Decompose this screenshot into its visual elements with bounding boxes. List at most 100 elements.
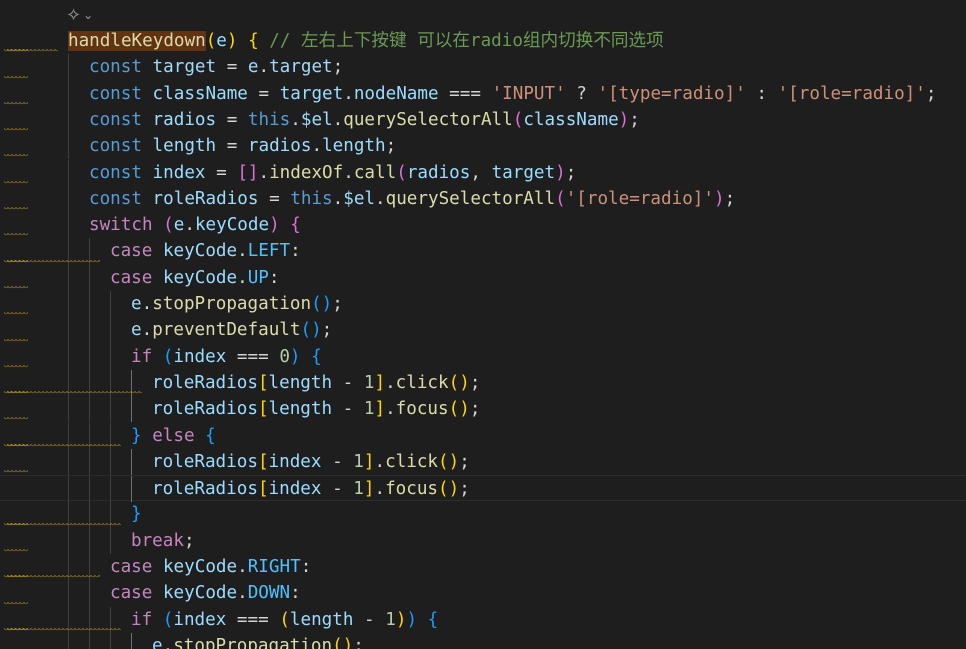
code-line[interactable]: const target = e.target;: [0, 54, 966, 81]
code-line[interactable]: roleRadios[index - 1].click();: [0, 448, 966, 476]
code-token: ;: [469, 372, 481, 393]
code-token: ): [618, 109, 630, 130]
code-line[interactable]: const className = target.nodeName === 'I…: [0, 80, 966, 107]
code-token: }: [131, 425, 142, 446]
code-token: case: [110, 241, 153, 262]
indent-guide: [68, 396, 69, 423]
code-line[interactable]: handleKeydown(e) { // 左右上下按键 可以在radio组内切…: [0, 28, 966, 54]
code-text: case keyCode.UP:: [110, 265, 280, 291]
code-text: roleRadios[length - 1].focus();: [152, 396, 480, 422]
code-token: .: [141, 320, 153, 341]
code-token: const: [89, 57, 142, 78]
code-token: keyCode: [152, 583, 238, 604]
code-token: -: [332, 399, 364, 420]
code-token: {: [248, 31, 259, 51]
code-token: RIGHT: [247, 557, 301, 577]
code-token: .: [375, 188, 386, 209]
code-line[interactable]: e.stopPropagation();: [0, 291, 966, 318]
code-token: ===: [438, 83, 492, 104]
code-line[interactable]: case keyCode.RIGHT:: [0, 554, 966, 581]
code-line[interactable]: e.stopPropagation();: [0, 632, 966, 649]
indent-guide: [131, 632, 132, 649]
code-token: (: [396, 162, 407, 183]
code-token: 1: [385, 609, 396, 630]
indent-guide: [68, 185, 69, 213]
code-line[interactable]: case keyCode.LEFT:: [0, 238, 966, 265]
code-text: roleRadios[length - 1].click();: [152, 370, 480, 396]
code-token: '[role=radio]': [777, 83, 926, 104]
code-line[interactable]: }: [0, 501, 966, 528]
code-line[interactable]: roleRadios[index - 1].focus();: [0, 475, 966, 503]
code-line[interactable]: switch (e.keyCode) {: [0, 212, 966, 239]
indent-guide: [68, 343, 69, 370]
code-token: ;: [629, 109, 640, 130]
code-token: -: [321, 479, 354, 500]
indent-guide: [89, 476, 90, 503]
code-token: ;: [469, 399, 481, 420]
code-token: case: [110, 583, 153, 604]
warning-squiggle: [4, 285, 28, 290]
code-line[interactable]: const roleRadios = this.$el.querySelecto…: [0, 185, 966, 213]
indent-squiggle: [7, 259, 100, 264]
code-token: .: [385, 372, 396, 393]
code-token: {: [427, 609, 439, 630]
code-token: e: [216, 31, 227, 51]
code-token: ): [406, 609, 418, 630]
code-text: if (index === 0) {: [131, 344, 322, 370]
indent-guide: [110, 527, 111, 554]
code-token: ;: [459, 451, 470, 472]
code-line[interactable]: roleRadios[length - 1].focus();: [0, 396, 966, 423]
code-line[interactable]: const index = [].indexOf.call(radios, ta…: [0, 159, 966, 186]
code-token: {: [290, 215, 301, 236]
code-token: length: [322, 136, 386, 157]
indent-guide: [68, 476, 69, 503]
indent-guide: [110, 632, 111, 649]
code-line[interactable]: const length = radios.length;: [0, 133, 966, 160]
code-line[interactable]: case keyCode.DOWN:: [0, 580, 966, 607]
code-token: ): [555, 162, 566, 183]
chevron-down-icon[interactable]: ⌄: [83, 8, 93, 22]
code-line[interactable]: if (index === (length - 1)) {: [0, 606, 966, 633]
warning-squiggle: [4, 207, 28, 212]
code-token: focus: [395, 399, 449, 420]
code-token: -: [353, 609, 386, 630]
code-token: if: [131, 346, 153, 367]
code-text: case keyCode.DOWN:: [110, 580, 301, 606]
code-token: target: [491, 162, 556, 183]
indent-guide: [68, 80, 69, 107]
code-text: const roleRadios = this.$el.querySelecto…: [89, 186, 735, 212]
code-line[interactable]: e.preventDefault();: [0, 317, 966, 344]
code-line[interactable]: if (index === 0) {: [0, 343, 966, 370]
indent-squiggle: [7, 627, 121, 632]
warning-squiggle: [4, 364, 28, 369]
code-token: nodeName: [353, 83, 439, 104]
code-token: $el: [343, 188, 376, 209]
code-line[interactable]: const radios = this.$el.querySelectorAll…: [0, 106, 966, 134]
code-text: const index = [].indexOf.call(radios, ta…: [89, 160, 576, 186]
code-line[interactable]: case keyCode.UP:: [0, 264, 966, 291]
code-token: .: [237, 241, 248, 262]
code-token: 'INPUT': [491, 83, 566, 104]
code-token: .: [332, 109, 344, 130]
code-token: length: [141, 136, 227, 157]
code-text: switch (e.keyCode) {: [89, 212, 301, 238]
code-token: const: [89, 109, 142, 130]
code-token: :: [300, 557, 312, 577]
indent-guide: [89, 343, 90, 370]
code-editor[interactable]: ✧ ⌄ handleKeydown(e) { // 左右上下按键 可以在radi…: [0, 0, 966, 649]
code-line[interactable]: roleRadios[length - 1].click();: [0, 369, 966, 397]
code-text: }: [131, 501, 142, 527]
code-token: ): [395, 609, 407, 630]
code-token: length: [268, 372, 333, 393]
code-token: ;: [724, 188, 736, 209]
code-line[interactable]: break;: [0, 527, 966, 554]
sparkle-icon[interactable]: ✧: [66, 5, 81, 26]
code-action-widget[interactable]: ✧ ⌄: [66, 3, 93, 27]
code-token: roleRadios: [152, 451, 258, 472]
code-line[interactable]: } else {: [0, 422, 966, 449]
code-token: click: [385, 451, 439, 472]
code-text: break;: [131, 528, 195, 554]
indent-guide: [68, 448, 69, 476]
indent-guide: [89, 317, 90, 344]
warning-squiggle: [4, 601, 28, 606]
